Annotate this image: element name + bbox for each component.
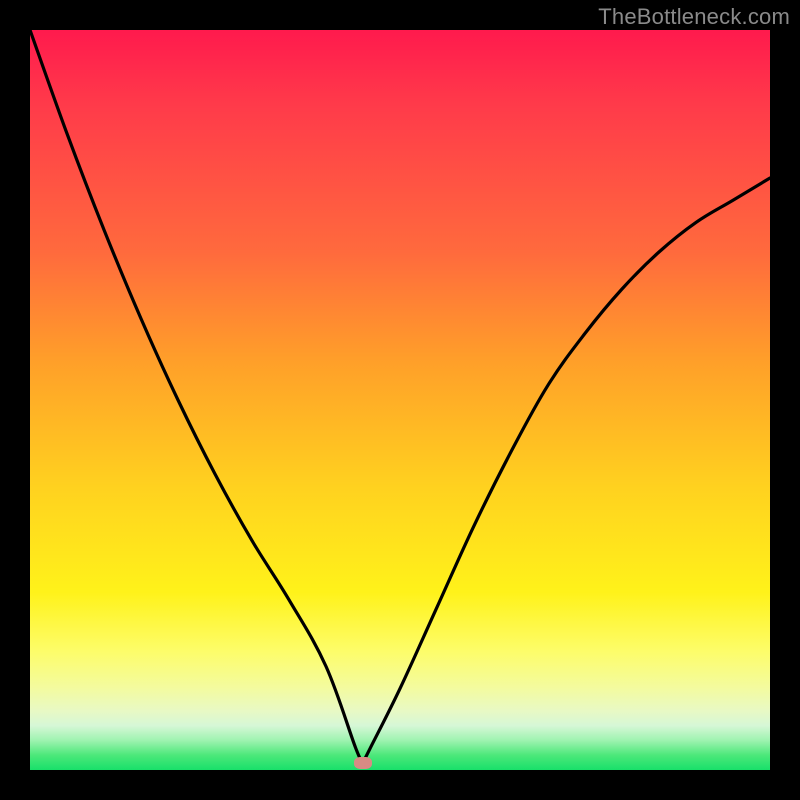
chart-frame: TheBottleneck.com	[0, 0, 800, 800]
optimum-marker	[354, 757, 372, 769]
curve-path	[30, 30, 770, 763]
watermark-text: TheBottleneck.com	[598, 4, 790, 30]
plot-area	[30, 30, 770, 770]
bottleneck-curve	[30, 30, 770, 770]
